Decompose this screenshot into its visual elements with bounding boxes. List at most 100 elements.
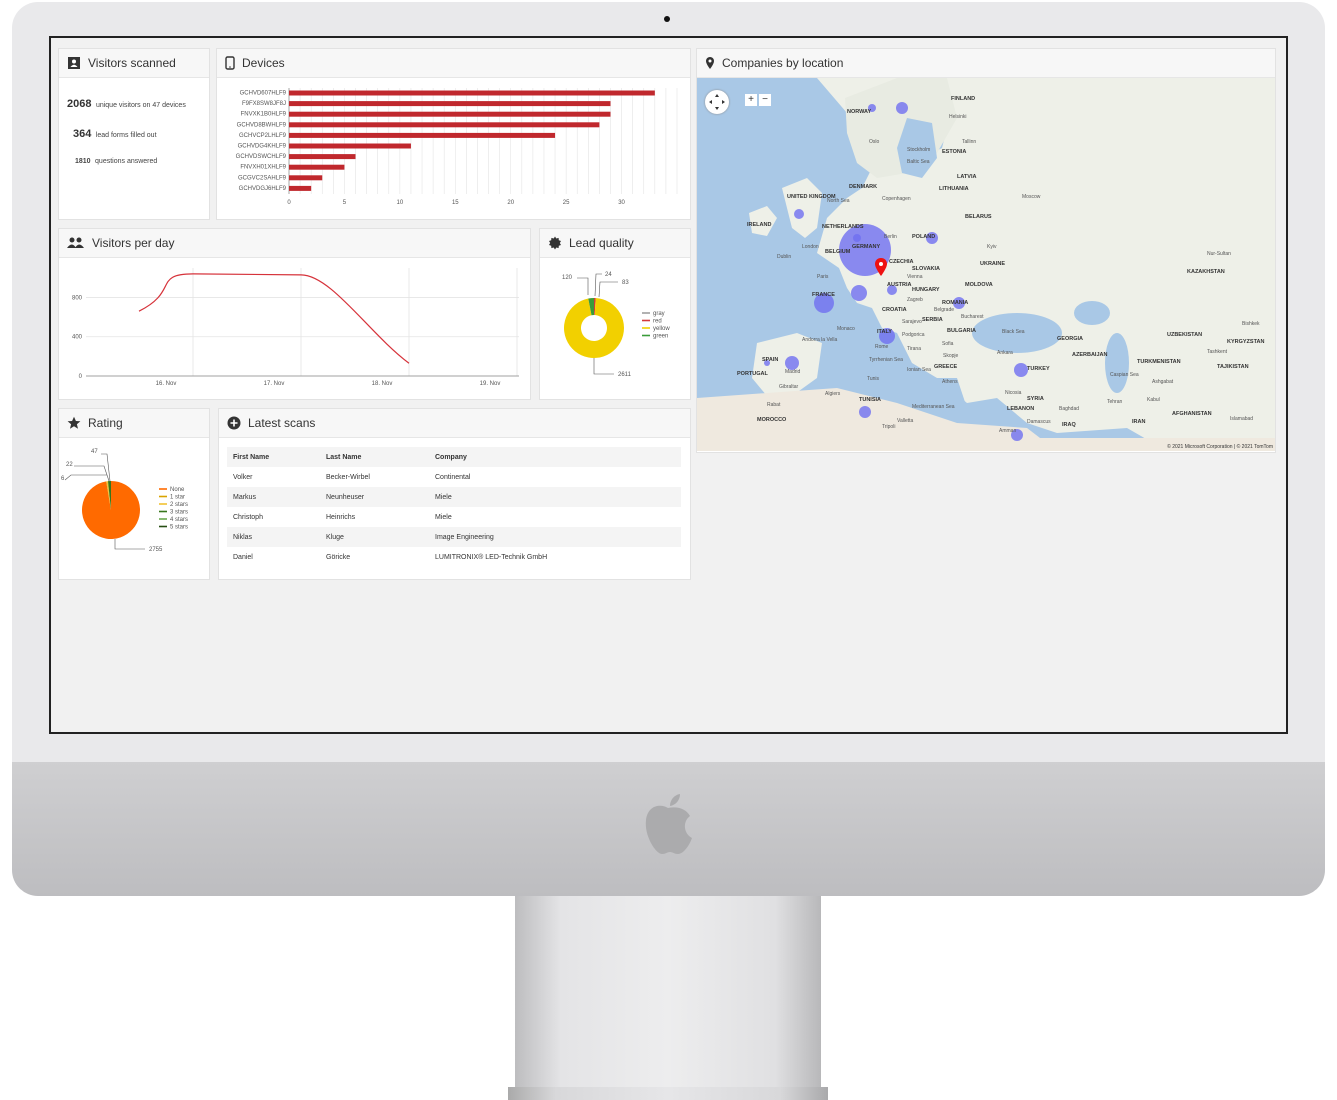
map-pin-icon — [706, 57, 714, 69]
legend-label: gray — [653, 311, 665, 317]
x-tick-label: 16. Nov — [156, 381, 177, 387]
zoom-in-button[interactable]: + — [745, 94, 757, 106]
map-place-label: Tehran — [1107, 399, 1123, 405]
map-place-label: TURKMENISTAN — [1137, 359, 1181, 365]
map-place-label: LEBANON — [1007, 406, 1034, 412]
map-place-label: BELGIUM — [825, 249, 851, 255]
map-place-label: Andorra la Vella — [802, 337, 838, 343]
camera-dot — [664, 16, 670, 22]
map-place-label: Nicosia — [1005, 390, 1022, 396]
map-place-label: Tashkent — [1207, 349, 1228, 355]
devices-bar-chart: GCHVD607HLF9 F9FX8SW8JF8J FNVXK1B0HLF9 GCHV… — [236, 88, 678, 206]
latest-scans-header: Latest scans — [219, 409, 690, 438]
unique-visitors-count: 2068 — [67, 98, 92, 110]
cell-last-name: Heinrichs — [326, 513, 356, 521]
map-place-label: Bucharest — [961, 314, 984, 320]
visitors-per-day-line-chart: 0 400 800 16. Nov 17. Nov 18. Nov 19. Nov — [72, 268, 519, 387]
map-place-label: Tripoli — [882, 424, 895, 430]
x-tick-label: 0 — [287, 200, 291, 206]
table-row[interactable]: Markus Neunheuser Miele — [227, 487, 681, 507]
legend-label: 5 stars — [170, 525, 188, 531]
map-place-label: Ashgabat — [1152, 379, 1174, 385]
map-place-label: KAZAKHSTAN — [1187, 269, 1225, 275]
map-pan-control[interactable] — [705, 90, 729, 114]
map-place-label: Kabul — [1147, 397, 1160, 403]
map-place-label: Tallinn — [962, 139, 976, 145]
map-place-label: Tyrrhenian Sea — [869, 357, 903, 363]
bubble-switzerland[interactable] — [851, 285, 867, 301]
zoom-out-button[interactable]: − — [759, 94, 771, 106]
column-header-last-name[interactable]: Last Name — [320, 447, 429, 467]
table-row[interactable]: Niklas Kluge Image Engineering — [227, 527, 681, 547]
legend-label: yellow — [653, 326, 670, 332]
x-tick-label: 10 — [397, 200, 404, 206]
map-place-label: Paris — [817, 274, 829, 280]
map-place-label: SPAIN — [762, 357, 778, 363]
legend-label: 4 stars — [170, 517, 188, 523]
quality-seal-icon — [549, 236, 561, 250]
bubble-spain[interactable] — [785, 356, 799, 370]
x-tick-label: 30 — [618, 200, 625, 206]
pie-leader-line — [593, 358, 614, 375]
questions-count: 1810 — [75, 158, 91, 165]
pie-leader-line — [114, 539, 145, 550]
map-area[interactable]: FINLAND NORWAY Oslo Stockholm ESTONIA Helsink… — [697, 78, 1275, 451]
map-place-label: IRELAND — [747, 222, 771, 228]
map-place-label: Madrid — [785, 369, 801, 375]
map-place-label: Ankara — [997, 350, 1013, 356]
europe-map[interactable]: FINLAND NORWAY Oslo Stockholm ESTONIA Helsink… — [697, 78, 1275, 451]
devices-title: Devices — [242, 56, 285, 70]
bubble-uk[interactable] — [794, 209, 804, 219]
pie-value-label: 83 — [622, 280, 629, 286]
device-bar — [289, 90, 655, 96]
map-place-label: ESTONIA — [942, 149, 966, 155]
device-bar — [289, 132, 556, 138]
visitors-per-day-panel: Visitors per day 0 400 800 16. Nov 17. Nov 18… — [58, 228, 531, 400]
map-place-label: CZECHIA — [889, 259, 913, 265]
devices-header: Devices — [217, 49, 690, 78]
map-place-label: NETHERLANDS — [822, 224, 864, 230]
device-label: GCHVDSWCHLF9 — [236, 154, 287, 160]
cell-first-name: Daniel — [233, 553, 253, 561]
unique-visitors-text: unique visitors on 47 devices — [95, 102, 186, 109]
lead-quality-panel: Lead quality gray red yellow green 120 24 83 26… — [539, 228, 691, 400]
map-place-label: AZERBAIJAN — [1072, 352, 1107, 358]
questions-text: questions answered — [95, 158, 158, 165]
bubble-turkey[interactable] — [1014, 363, 1028, 377]
device-bar — [289, 185, 312, 191]
cell-company: Miele — [435, 493, 452, 501]
map-place-label: FINLAND — [951, 96, 975, 102]
device-label: FNVXK1B0HLF9 — [241, 112, 287, 118]
map-place-label: Bishkek — [1242, 321, 1260, 327]
pie-value-label: 47 — [91, 449, 98, 455]
map-place-label: FRANCE — [812, 292, 835, 298]
lead-quality-donut-chart: gray redyellow green 120 24 83 2611 — [562, 272, 670, 378]
legend-label: red — [653, 319, 662, 325]
map-place-label: LATVIA — [957, 174, 976, 180]
map-place-label: MOLDOVA — [965, 282, 993, 288]
cell-company: Continental — [435, 473, 471, 481]
users-group-icon — [67, 237, 84, 248]
column-header-first-name[interactable]: First Name — [227, 447, 320, 467]
pie-leader-line — [101, 453, 111, 482]
map-copyright: © 2021 Microsoft Corporation | © 2021 To… — [1167, 443, 1273, 450]
map-place-label: Baltic Sea — [907, 159, 930, 165]
bubble-tunisia[interactable] — [859, 406, 871, 418]
bubble-netherlands[interactable] — [853, 234, 861, 242]
rating-title: Rating — [88, 416, 123, 430]
legend-label: None — [170, 487, 185, 493]
visitors-line — [138, 273, 410, 364]
bubble-norway[interactable] — [896, 102, 908, 114]
column-header-company[interactable]: Company — [429, 447, 681, 467]
map-place-label: IRAQ — [1062, 422, 1076, 428]
table-row[interactable]: Christoph Heinrichs Miele — [227, 507, 681, 527]
lead-quality-title: Lead quality — [569, 236, 634, 250]
device-label: GCGVC2SAHLF9 — [238, 175, 287, 181]
map-place-label: Rome — [875, 344, 889, 350]
map-place-label: Kyiv — [987, 244, 997, 250]
map-place-label: Stockholm — [907, 147, 930, 153]
cell-first-name: Markus — [233, 493, 256, 501]
star-icon — [67, 416, 81, 429]
table-row[interactable]: Volker Becker-Wirbel Continental — [227, 467, 681, 487]
table-row[interactable]: Daniel Göricke LUMITRONIX® LED-Technik G… — [227, 547, 681, 567]
